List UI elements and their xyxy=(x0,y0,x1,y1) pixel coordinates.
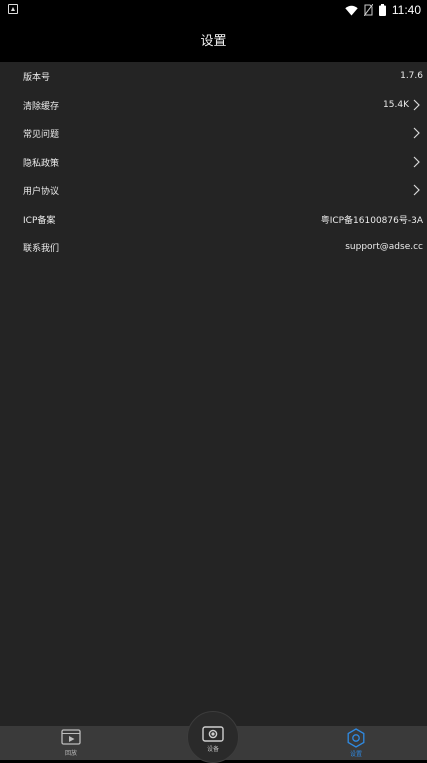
tab-playback[interactable]: 回放 xyxy=(56,726,86,760)
row-label: 清除缓存 xyxy=(23,101,60,112)
tab-label: 设备 xyxy=(206,746,219,753)
row-value: 1.7.6 xyxy=(400,71,423,81)
status-icons: 11:40 xyxy=(345,2,421,18)
settings-row-clear-cache[interactable]: 清除缓存 15.4K xyxy=(0,91,427,119)
version-value: 1.7.6 xyxy=(400,71,423,81)
chevron-right-icon xyxy=(413,184,420,196)
settings-row-privacy-policy[interactable]: 隐私政策 xyxy=(0,148,427,176)
page-title: 设置 xyxy=(200,33,227,49)
status-bar: 11:40 xyxy=(0,0,427,20)
tab-label: 设置 xyxy=(349,751,362,758)
playback-icon xyxy=(61,729,81,745)
chevron-right-icon xyxy=(413,127,420,139)
row-label: 常见问题 xyxy=(23,129,60,140)
settings-row-version: 版本号 1.7.6 xyxy=(0,62,427,90)
settings-list: 版本号 1.7.6 清除缓存 15.4K 常见问题 隐私政策 用户协议 ICP备… xyxy=(0,62,427,726)
row-value: 粤ICP备16100876号-3A xyxy=(321,213,423,226)
tab-settings[interactable]: 设置 xyxy=(341,726,371,760)
chevron-right-icon xyxy=(413,99,420,111)
row-value: support@adse.cc xyxy=(345,242,423,252)
tab-label: 回放 xyxy=(64,750,77,757)
settings-row-icp[interactable]: ICP备案 粤ICP备16100876号-3A xyxy=(0,205,427,233)
row-label: ICP备案 xyxy=(23,215,56,226)
settings-row-user-agreement[interactable]: 用户协议 xyxy=(0,176,427,204)
settings-row-contact[interactable]: 联系我们 support@adse.cc xyxy=(0,233,427,261)
icp-value: 粤ICP备16100876号-3A xyxy=(320,215,423,226)
row-label: 联系我们 xyxy=(23,243,60,254)
row-label: 用户协议 xyxy=(23,186,60,197)
app-notification-icon xyxy=(8,4,18,14)
settings-row-faq[interactable]: 常见问题 xyxy=(0,119,427,147)
battery-icon xyxy=(378,4,386,16)
contact-email-value: support@adse.cc xyxy=(345,242,423,252)
header: 设置 xyxy=(0,20,427,62)
settings-gear-icon xyxy=(347,728,365,748)
status-time: 11:40 xyxy=(391,3,421,17)
row-value: 15.4K xyxy=(383,99,421,111)
row-label: 版本号 xyxy=(23,72,51,83)
no-sim-icon xyxy=(363,4,373,16)
chevron-right-icon xyxy=(413,156,420,168)
wifi-icon xyxy=(345,5,358,15)
tab-device[interactable]: 设备 xyxy=(187,711,239,763)
camera-device-icon xyxy=(202,726,224,742)
row-label: 隐私政策 xyxy=(23,158,60,169)
cache-size-value: 15.4K xyxy=(383,100,409,110)
